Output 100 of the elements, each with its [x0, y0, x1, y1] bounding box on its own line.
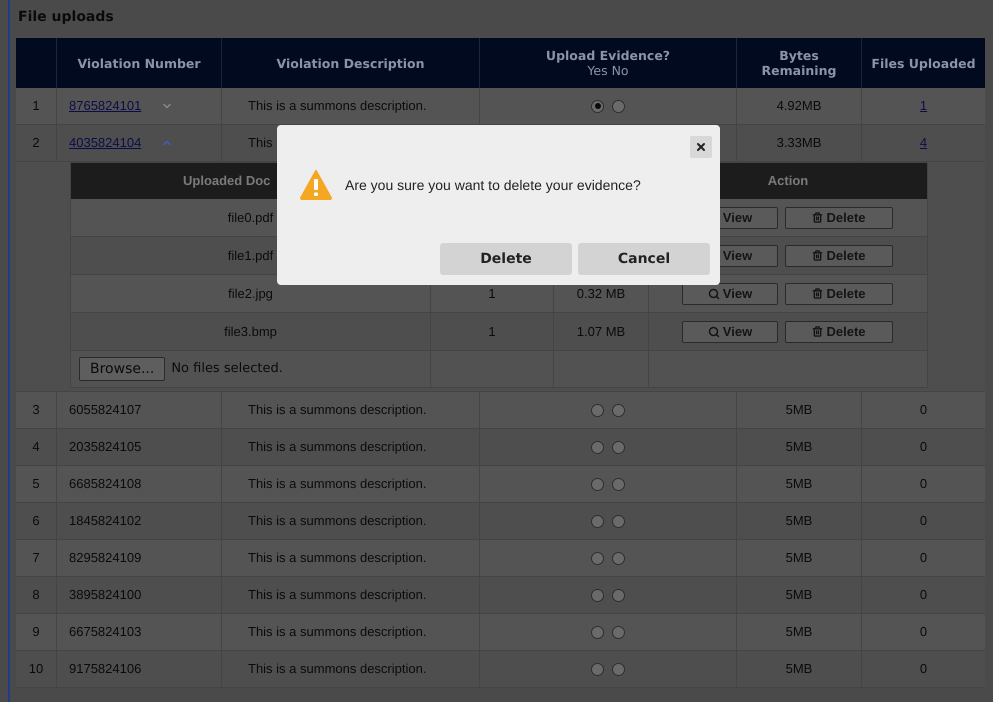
violation-number: 9175824106 — [69, 660, 142, 678]
trash-icon — [812, 326, 824, 337]
file-name: file0.pdf — [228, 208, 274, 227]
row-number: 8 — [32, 586, 40, 604]
description-text: This is a summons description. — [248, 401, 426, 420]
row-number: 1 — [32, 97, 40, 116]
delete-button[interactable]: Delete — [785, 206, 893, 228]
files-count-link[interactable]: 4 — [920, 133, 928, 153]
search-icon — [708, 326, 720, 338]
warning-icon — [300, 170, 332, 200]
radio-button[interactable] — [612, 588, 625, 602]
delete-button[interactable]: Delete — [785, 320, 893, 342]
radio-button[interactable] — [612, 662, 625, 676]
column-header: Violation Number — [77, 56, 201, 70]
files-count: 0 — [920, 475, 928, 494]
violation-number: 6685824108 — [69, 475, 142, 494]
bytes-remaining: 4.92MB — [776, 97, 822, 116]
files-count: 0 — [920, 512, 928, 530]
radio-button[interactable] — [612, 478, 625, 490]
description-text: This is a summons description. — [248, 660, 426, 678]
radio-button[interactable] — [591, 626, 604, 638]
files-count: 0 — [920, 549, 928, 568]
dialog-message: Are you sure you want to delete your evidence? — [345, 176, 641, 195]
bytes-remaining: 5MB — [786, 475, 812, 494]
row-number: 10 — [28, 660, 44, 678]
file-count: 1 — [488, 284, 496, 303]
column-header: Violation Description — [276, 56, 424, 70]
radio-button[interactable] — [612, 514, 625, 528]
radio-button[interactable] — [591, 588, 604, 602]
description-text: This is a summons description. — [248, 475, 426, 494]
description-text: This — [248, 134, 273, 152]
delete-button[interactable]: Delete — [785, 282, 893, 304]
file-count: 1 — [488, 322, 496, 341]
radio-button[interactable] — [591, 404, 604, 416]
column-header: Uploaded Doc — [183, 172, 270, 190]
cancel-button[interactable]: Cancel — [578, 243, 710, 275]
delete-button[interactable]: Delete — [785, 244, 893, 266]
radio-button[interactable] — [612, 404, 625, 416]
row-number: 6 — [32, 512, 40, 530]
violation-number: 8295824109 — [69, 549, 142, 568]
file-name: file1.pdf — [228, 246, 274, 265]
violation-number: 2035824105 — [69, 438, 142, 456]
column-header: Files Uploaded — [871, 56, 976, 70]
row-number: 5 — [32, 475, 40, 494]
description-text: This is a summons description. — [248, 623, 426, 642]
violation-number: 6055824107 — [69, 401, 142, 420]
row-number: 9 — [32, 623, 40, 642]
delete-button[interactable]: Delete — [440, 243, 572, 275]
file-size: 1.07 MB — [576, 322, 626, 341]
radio-button[interactable] — [591, 100, 604, 112]
file-name: file2.jpg — [228, 284, 273, 303]
radio-button[interactable] — [612, 100, 625, 112]
violation-link[interactable]: 4035824104 — [69, 133, 142, 153]
files-count-link[interactable]: 1 — [920, 96, 928, 116]
description-text: This is a summons description. — [248, 438, 426, 456]
bytes-remaining: 5MB — [786, 512, 812, 530]
close-icon — [695, 141, 707, 153]
radio-button[interactable] — [591, 662, 604, 676]
files-count: 0 — [920, 438, 928, 456]
description-text: This is a summons description. — [248, 97, 426, 116]
files-count: 0 — [920, 623, 928, 642]
radio-button[interactable] — [591, 514, 604, 528]
trash-icon — [812, 250, 824, 261]
view-button[interactable]: View — [682, 282, 778, 304]
violation-number: 6675824103 — [69, 623, 142, 642]
files-count: 0 — [920, 660, 928, 678]
row-number: 3 — [32, 401, 40, 420]
search-icon — [708, 288, 720, 300]
browse-button[interactable]: Browse... — [79, 357, 166, 381]
bytes-remaining: 5MB — [786, 401, 812, 420]
description-text: This is a summons description. — [248, 586, 426, 604]
description-text: This is a summons description. — [248, 549, 426, 568]
file-size: 0.32 MB — [576, 284, 626, 303]
bytes-remaining: 5MB — [786, 586, 812, 604]
radio-button[interactable] — [612, 626, 625, 638]
radio-button[interactable] — [591, 478, 604, 490]
page-title: File uploads — [17, 8, 114, 27]
violation-number: 1845824102 — [69, 512, 142, 530]
file-status-text: No files selected. — [171, 360, 283, 378]
trash-icon — [812, 288, 824, 299]
trash-icon — [812, 212, 824, 223]
bytes-remaining: 5MB — [786, 623, 812, 642]
radio-button[interactable] — [591, 440, 604, 454]
row-number: 7 — [32, 549, 40, 568]
radio-button[interactable] — [591, 552, 604, 564]
violation-number: 3895824100 — [69, 586, 142, 604]
bytes-remaining: 5MB — [786, 660, 812, 678]
view-button[interactable]: View — [682, 320, 778, 342]
column-header: Action — [768, 172, 808, 190]
bytes-remaining: 5MB — [786, 438, 812, 456]
close-button[interactable] — [690, 136, 712, 158]
bytes-remaining: 3.33MB — [776, 134, 822, 152]
file-name: file3.bmp — [224, 322, 277, 341]
row-number: 4 — [32, 438, 40, 456]
radio-button[interactable] — [612, 440, 625, 454]
description-text: This is a summons description. — [248, 512, 426, 530]
column-header: Upload Evidence? — [546, 48, 670, 63]
column-subheader: Yes No — [587, 63, 629, 78]
radio-button[interactable] — [612, 552, 625, 564]
violation-link[interactable]: 8765824101 — [69, 96, 142, 116]
